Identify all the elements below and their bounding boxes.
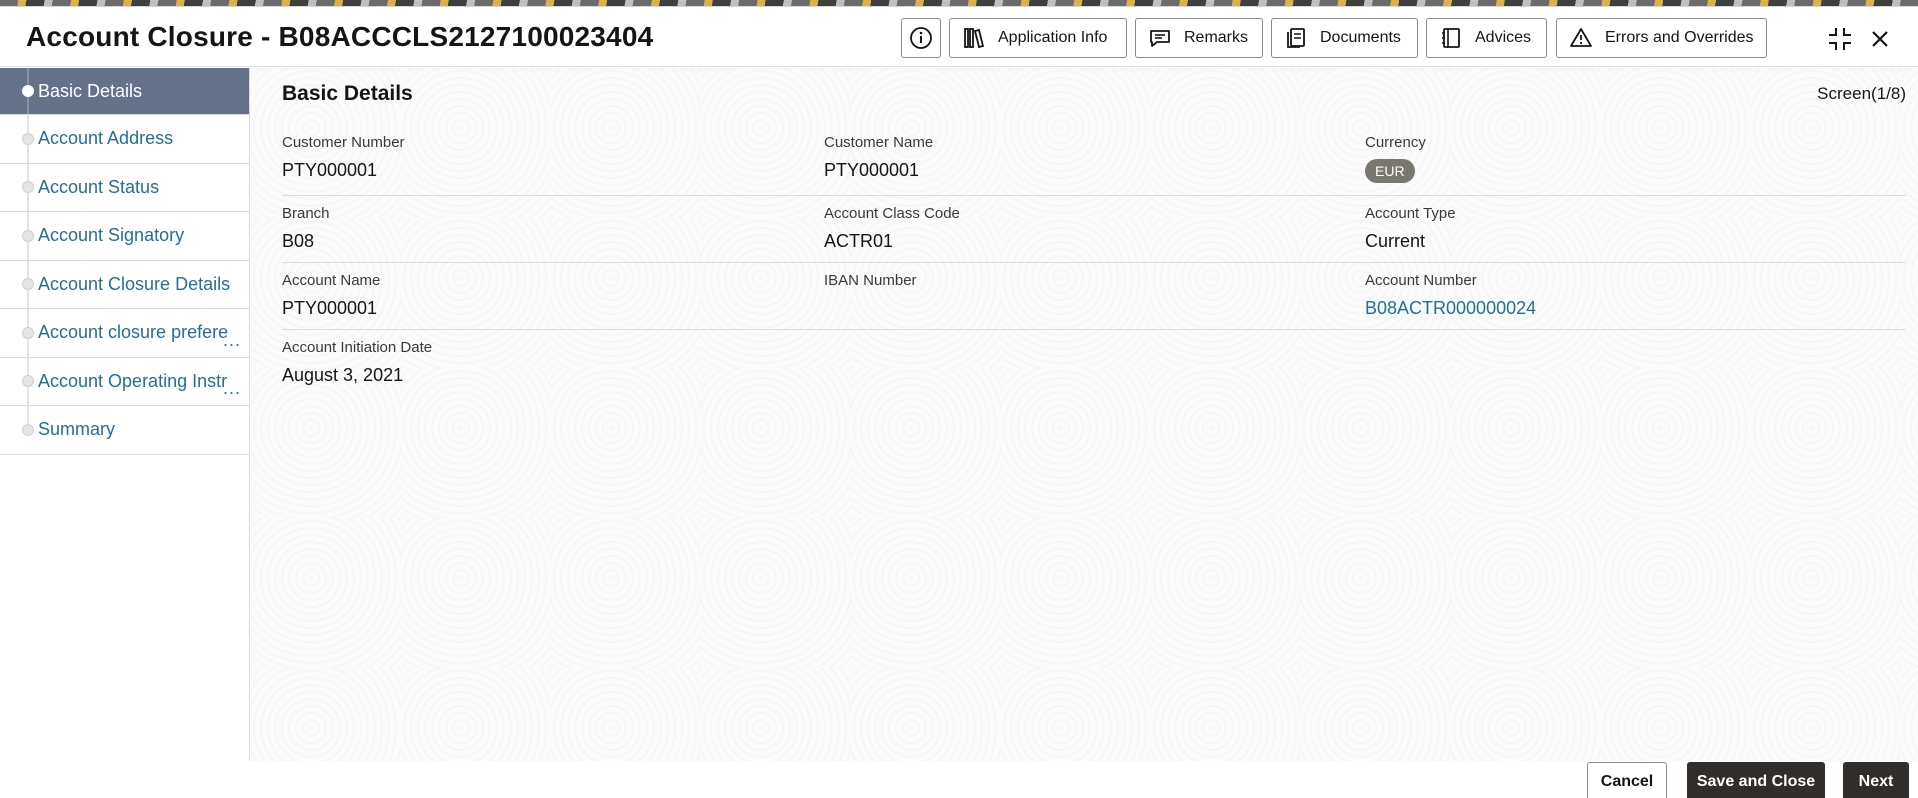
field-value: PTY000001 — [282, 298, 378, 318]
field-value: PTY000001 — [282, 160, 378, 180]
application-info-label: Application Info — [998, 29, 1108, 46]
step-dot-icon — [22, 181, 34, 194]
info-icon — [910, 27, 932, 49]
advices-button[interactable]: Advices — [1426, 18, 1547, 58]
advices-label: Advices — [1475, 29, 1532, 46]
warning-icon — [1570, 28, 1592, 47]
step-dot-icon — [22, 278, 34, 291]
nav-item-account-address[interactable]: Account Address — [0, 115, 249, 164]
page-title: Account Closure - B08ACCCLS2127100023404 — [26, 21, 654, 52]
errors-label: Errors and Overrides — [1605, 29, 1754, 46]
nav-item-account-signatory[interactable]: Account Signatory — [0, 212, 249, 261]
account-type-field: Account Type Current — [1365, 205, 1456, 252]
minimize-button[interactable] — [1826, 25, 1854, 53]
nav-item-basic-details[interactable]: Basic Details — [0, 68, 249, 115]
nav-item-account-status[interactable]: Account Status — [0, 163, 249, 212]
account-name-field: Account Name PTY000001 — [282, 272, 380, 319]
nav-item-label: Summary — [38, 419, 116, 440]
field-label: Branch — [282, 205, 330, 222]
field-label: Account Initiation Date — [282, 339, 433, 356]
field-label: Account Number — [1365, 272, 1477, 289]
nav-item-account-closure-preferences[interactable]: Account closure prefere ... — [0, 309, 249, 358]
step-dot-icon — [22, 132, 34, 145]
field-label: Account Class Code — [824, 205, 960, 222]
step-dot-icon — [22, 326, 34, 339]
nav-item-account-closure-details[interactable]: Account Closure Details — [0, 260, 249, 309]
branch-field: Branch B08 — [282, 205, 330, 252]
dialog-header: Account Closure - B08ACCCLS2127100023404… — [0, 7, 1918, 67]
library-icon — [964, 28, 985, 49]
field-label: IBAN Number — [824, 272, 917, 289]
info-button[interactable] — [901, 18, 941, 58]
customer-name-field: Customer Name PTY000001 — [824, 134, 933, 181]
step-dot-icon — [22, 85, 34, 97]
screen-counter: Screen(1/8) — [1817, 84, 1906, 103]
nav-item-label: Account Closure Details — [38, 273, 231, 294]
field-label: Customer Number — [282, 134, 405, 151]
field-label: Currency — [1365, 134, 1426, 151]
account-number-field: Account Number B08ACTR000000024 — [1365, 272, 1536, 319]
nav-item-label: Account Signatory — [38, 225, 185, 246]
account-initiation-date-field: Account Initiation Date August 3, 2021 — [282, 339, 432, 386]
truncation-ellipsis: ... — [222, 378, 241, 398]
remarks-label: Remarks — [1184, 29, 1249, 46]
cancel-button[interactable]: Cancel — [1587, 762, 1667, 798]
nav-item-summary[interactable]: Summary — [0, 406, 249, 455]
documents-label: Documents — [1320, 29, 1401, 46]
basic-details-panel: Basic Details Screen(1/8) Customer Numbe… — [251, 68, 1918, 761]
close-button[interactable] — [1866, 25, 1894, 53]
step-navigation: Basic Details Account Address Account St… — [0, 68, 250, 761]
step-dot-icon — [22, 229, 34, 242]
field-value: August 3, 2021 — [282, 365, 404, 385]
row-divider — [282, 262, 1906, 263]
close-icon — [1872, 31, 1888, 47]
collapse-icon — [1829, 28, 1851, 50]
field-value: B08 — [282, 231, 315, 251]
step-dot-icon — [22, 375, 34, 388]
currency-field: Currency EUR — [1365, 134, 1426, 183]
nav-item-label: Account Address — [38, 128, 174, 149]
nav-item-label: Account Operating Instr — [38, 370, 228, 391]
save-and-close-button[interactable]: Save and Close — [1687, 762, 1825, 798]
next-button[interactable]: Next — [1843, 762, 1909, 798]
nav-item-label: Account Status — [38, 176, 160, 197]
remarks-button[interactable]: Remarks — [1135, 18, 1263, 58]
account-closure-dialog: Account Closure - B08ACCCLS2127100023404… — [0, 6, 1918, 798]
row-divider — [282, 329, 1906, 330]
field-label: Customer Name — [824, 134, 934, 151]
nav-item-account-operating-instructions[interactable]: Account Operating Instr ... — [0, 357, 249, 406]
dialog-footer: Cancel Save and Close Next — [0, 761, 1918, 798]
application-info-button[interactable]: Application Info — [949, 18, 1127, 58]
step-dot-icon — [22, 423, 34, 436]
chat-icon — [1150, 30, 1170, 47]
field-label: Account Type — [1365, 205, 1456, 222]
currency-badge: EUR — [1365, 159, 1415, 183]
nav-item-label: Account closure prefere — [38, 322, 229, 343]
row-divider — [282, 195, 1906, 196]
account-number-link[interactable]: B08ACTR000000024 — [1365, 298, 1536, 319]
documents-icon — [1287, 28, 1305, 48]
iban-number-field: IBAN Number — [824, 272, 917, 298]
customer-number-field: Customer Number PTY000001 — [282, 134, 405, 181]
account-class-code-field: Account Class Code ACTR01 — [824, 205, 960, 252]
field-value: Current — [1365, 231, 1426, 251]
notebook-icon — [1442, 28, 1460, 48]
section-title: Basic Details — [282, 82, 413, 105]
field-value: PTY000001 — [824, 160, 920, 180]
documents-button[interactable]: Documents — [1271, 18, 1418, 58]
nav-item-label: Basic Details — [38, 80, 143, 101]
truncation-ellipsis: ... — [222, 329, 241, 350]
field-value: ACTR01 — [824, 231, 894, 251]
field-label: Account Name — [282, 272, 381, 289]
errors-and-overrides-button[interactable]: Errors and Overrides — [1556, 18, 1767, 58]
